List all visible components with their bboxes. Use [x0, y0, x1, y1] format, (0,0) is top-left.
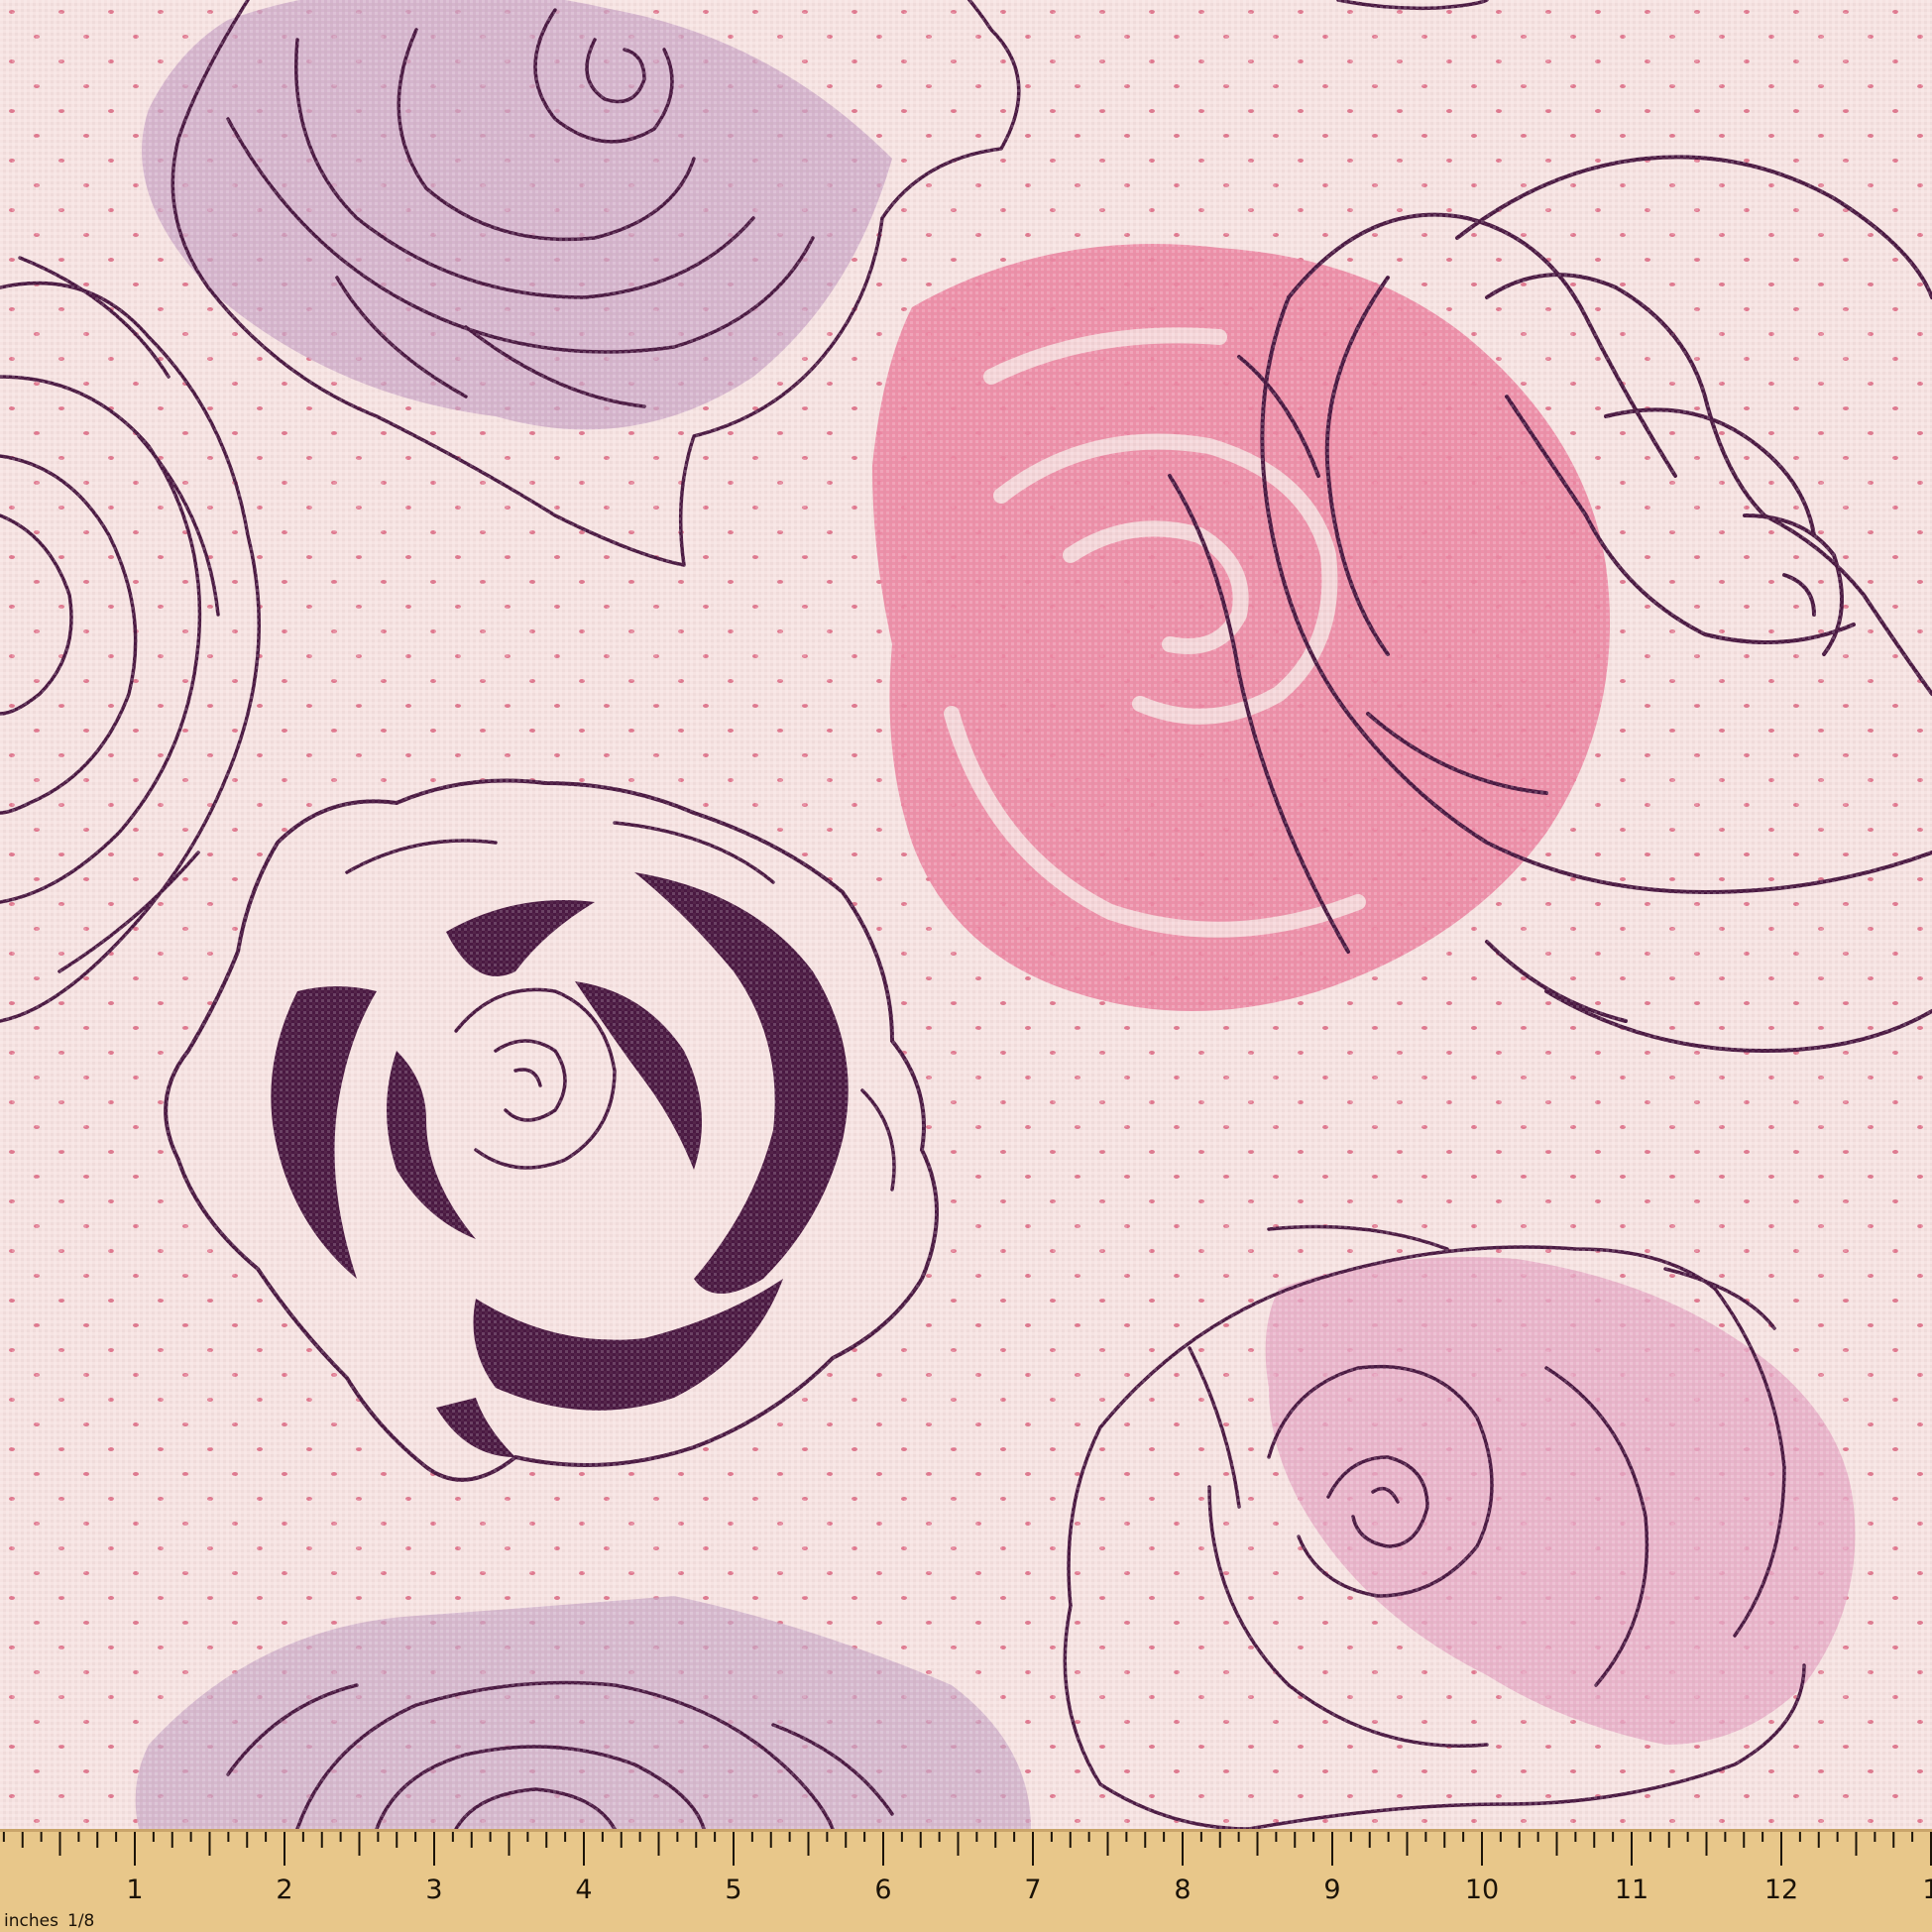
- ruler-fraction-label: 1/8: [67, 1911, 94, 1931]
- ruler-number: 11: [1615, 1875, 1648, 1905]
- ruler-number: 6: [874, 1875, 891, 1905]
- ruler-number: 7: [1024, 1875, 1041, 1905]
- ruler-number: 9: [1323, 1875, 1340, 1905]
- ruler-number: 12: [1764, 1875, 1798, 1905]
- fabric-weave-texture: [0, 0, 1932, 1829]
- ruler-number: 5: [725, 1875, 741, 1905]
- ruler-number: 10: [1465, 1875, 1499, 1905]
- ruler-unit-label: inches: [4, 1911, 58, 1931]
- ruler-number: 1: [1922, 1875, 1932, 1905]
- ruler-number: 1: [126, 1875, 143, 1905]
- measuring-ruler: 1 2 3 4 5 6 7 8 9 10 11 12 1 inches 1/8: [0, 1829, 1932, 1932]
- ruler-top-edge: [0, 1829, 1932, 1832]
- ruler-number: 2: [276, 1875, 292, 1905]
- ruler-number: 3: [425, 1875, 442, 1905]
- ruler-number: 8: [1174, 1875, 1191, 1905]
- fabric-swatch: 1 2 3 4 5 6 7 8 9 10 11 12 1 inches 1/8: [0, 0, 1932, 1932]
- rose-pattern-fabric: [0, 0, 1932, 1829]
- ruler-number: 4: [575, 1875, 592, 1905]
